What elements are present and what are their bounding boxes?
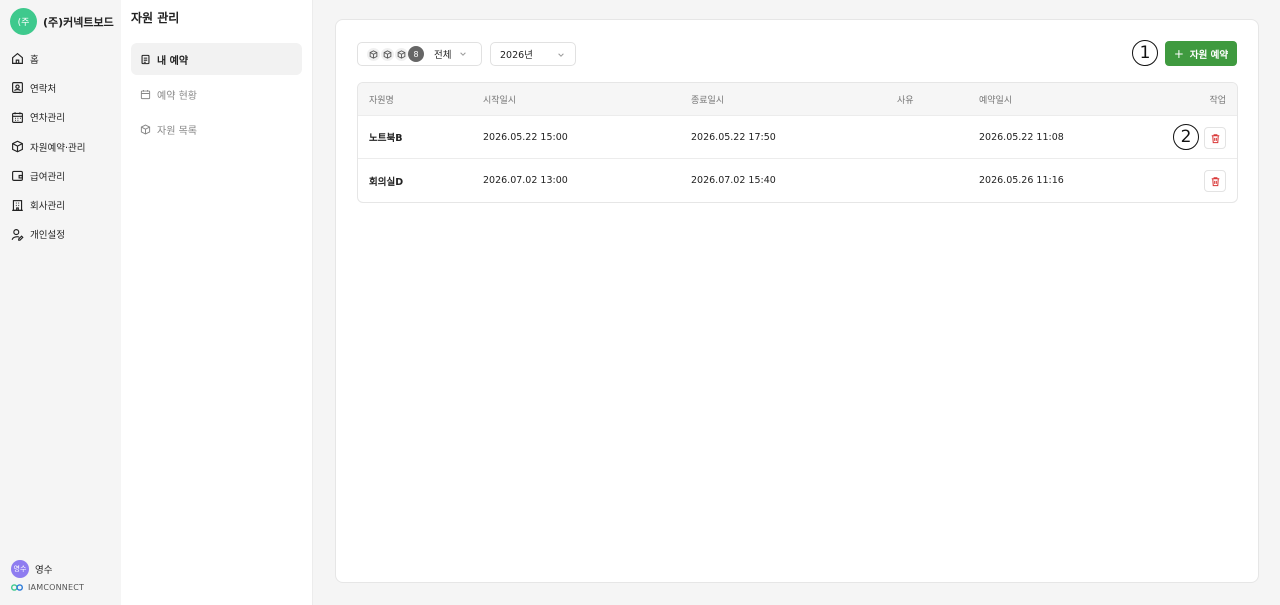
company-logo: (주 bbox=[10, 8, 37, 35]
nav-item-label: 회사관리 bbox=[30, 201, 65, 213]
year-select[interactable]: 2026년 bbox=[490, 42, 576, 66]
company-switcher[interactable]: (주 (주)커넥트보드 bbox=[10, 8, 114, 35]
clipboard-icon bbox=[141, 54, 150, 64]
annotation-marker-1: 1 bbox=[1132, 40, 1158, 66]
avatar: 영수 bbox=[11, 560, 29, 578]
nav-item-resources[interactable]: 자원예약·관리 bbox=[0, 132, 121, 161]
nav-item-label: 개인설정 bbox=[30, 230, 65, 242]
box-icon bbox=[369, 49, 378, 59]
nav-item-label: 연차관리 bbox=[30, 113, 65, 125]
cell-end: 2026.05.22 17:50 bbox=[691, 131, 776, 143]
calendar-icon bbox=[12, 111, 23, 123]
main-content-card: 8 전체 2026년 1 + 자원 예약 자원명 시작일시 종료일시 사유 예약… bbox=[335, 19, 1259, 583]
subnav-item-label: 자원 목록 bbox=[157, 125, 197, 137]
nav-item-label: 홈 bbox=[30, 54, 39, 66]
box-icon bbox=[12, 140, 23, 153]
table-row: 회의실D 2026.07.02 13:00 2026.07.02 15:40 2… bbox=[358, 159, 1237, 202]
nav-item-payroll[interactable]: 급여관리 bbox=[0, 161, 121, 190]
nav-item-contacts[interactable]: 연락처 bbox=[0, 73, 121, 102]
box-icon bbox=[140, 123, 151, 135]
table-header: 자원명 시작일시 종료일시 사유 예약일시 작업 bbox=[358, 83, 1237, 116]
company-name: (주)커넥트보드 bbox=[43, 15, 114, 29]
user-profile[interactable]: 영수 영수 bbox=[11, 560, 52, 578]
wallet-icon bbox=[12, 171, 23, 182]
chevron-down-icon bbox=[460, 52, 467, 56]
nav-item-company[interactable]: 회사관리 bbox=[0, 190, 121, 219]
box-icon bbox=[397, 49, 406, 59]
column-header-end: 종료일시 bbox=[691, 95, 725, 106]
user-settings-icon bbox=[11, 228, 24, 241]
nav-item-settings[interactable]: 개인설정 bbox=[0, 220, 121, 249]
subnav-item-label: 예약 현황 bbox=[157, 90, 197, 102]
resource-subnav: 자원 관리 내 예약 예약 현황 자원 목록 bbox=[121, 0, 313, 605]
reservations-table: 자원명 시작일시 종료일시 사유 예약일시 작업 노트북B 2026.05.22… bbox=[357, 82, 1238, 203]
plus-icon: + bbox=[1173, 46, 1184, 61]
column-header-start: 시작일시 bbox=[483, 95, 517, 106]
nav-item-leave[interactable]: 연차관리 bbox=[0, 103, 121, 132]
section-title: 자원 관리 bbox=[131, 11, 180, 25]
nav-item-label: 연락처 bbox=[30, 83, 57, 95]
cell-end: 2026.07.02 15:40 bbox=[691, 175, 776, 186]
cell-reserved: 2026.05.22 11:08 bbox=[979, 131, 1064, 143]
cell-reserved: 2026.05.26 11:16 bbox=[979, 175, 1064, 186]
home-icon bbox=[12, 53, 23, 65]
subnav-item-label: 내 예약 bbox=[157, 55, 189, 67]
add-reservation-button[interactable]: + 자원 예약 bbox=[1165, 41, 1237, 66]
brand-logo-icon bbox=[11, 584, 23, 591]
column-header-resource: 자원명 bbox=[369, 95, 394, 106]
delete-reservation-button[interactable] bbox=[1204, 127, 1226, 149]
main-sidebar: (주 (주)커넥트보드 홈 연락처 연차관리 자원예약·관리 급여관리 회사관리 bbox=[0, 0, 121, 605]
subnav-item-reservation-status[interactable]: 예약 현황 bbox=[131, 78, 302, 110]
nav-item-home[interactable]: 홈 bbox=[0, 44, 121, 73]
cell-start: 2026.07.02 13:00 bbox=[483, 175, 568, 186]
delete-reservation-button[interactable] bbox=[1204, 170, 1226, 192]
trash-icon bbox=[1211, 133, 1219, 143]
resource-avatar bbox=[380, 46, 395, 62]
cell-start: 2026.05.22 15:00 bbox=[483, 131, 568, 143]
resource-avatar bbox=[366, 46, 381, 62]
cell-resource-name: 노트북B bbox=[369, 133, 403, 144]
column-header-reserved: 예약일시 bbox=[979, 95, 1013, 106]
cell-resource-name: 회의실D bbox=[369, 176, 404, 188]
subnav-item-resource-list[interactable]: 자원 목록 bbox=[131, 113, 302, 145]
annotation-marker-2: 2 bbox=[1173, 124, 1199, 150]
box-icon bbox=[383, 49, 392, 59]
resource-count-badge: 8 bbox=[408, 46, 424, 62]
subnav-item-my-reservations[interactable]: 내 예약 bbox=[131, 43, 302, 75]
building-icon bbox=[12, 199, 23, 211]
resource-filter-dropdown[interactable]: 8 전체 bbox=[357, 42, 482, 66]
nav-item-label: 자원예약·관리 bbox=[30, 142, 86, 154]
column-header-actions: 작업 bbox=[1209, 95, 1226, 106]
filter-value: 전체 bbox=[434, 50, 452, 61]
subnav-list: 내 예약 예약 현황 자원 목록 bbox=[131, 43, 302, 148]
nav-item-label: 급여관리 bbox=[30, 171, 65, 183]
brand-footer: IAMCONNECT bbox=[11, 583, 84, 592]
resource-avatar bbox=[394, 46, 409, 62]
table-row: 노트북B 2026.05.22 15:00 2026.05.22 17:50 2… bbox=[358, 116, 1237, 159]
year-value: 2026년 bbox=[500, 50, 533, 61]
chevron-down-icon bbox=[558, 53, 564, 57]
trash-icon bbox=[1211, 176, 1219, 186]
column-header-reason: 사유 bbox=[897, 95, 914, 106]
contact-icon bbox=[12, 82, 23, 94]
user-name: 영수 bbox=[35, 565, 53, 576]
nav-list: 홈 연락처 연차관리 자원예약·관리 급여관리 회사관리 개인설정 bbox=[0, 44, 121, 249]
resource-avatar-stack: 8 bbox=[366, 46, 424, 62]
brand-name: IAMCONNECT bbox=[28, 583, 85, 592]
calendar-icon bbox=[140, 89, 151, 99]
add-reservation-label: 자원 예약 bbox=[1189, 49, 1229, 61]
